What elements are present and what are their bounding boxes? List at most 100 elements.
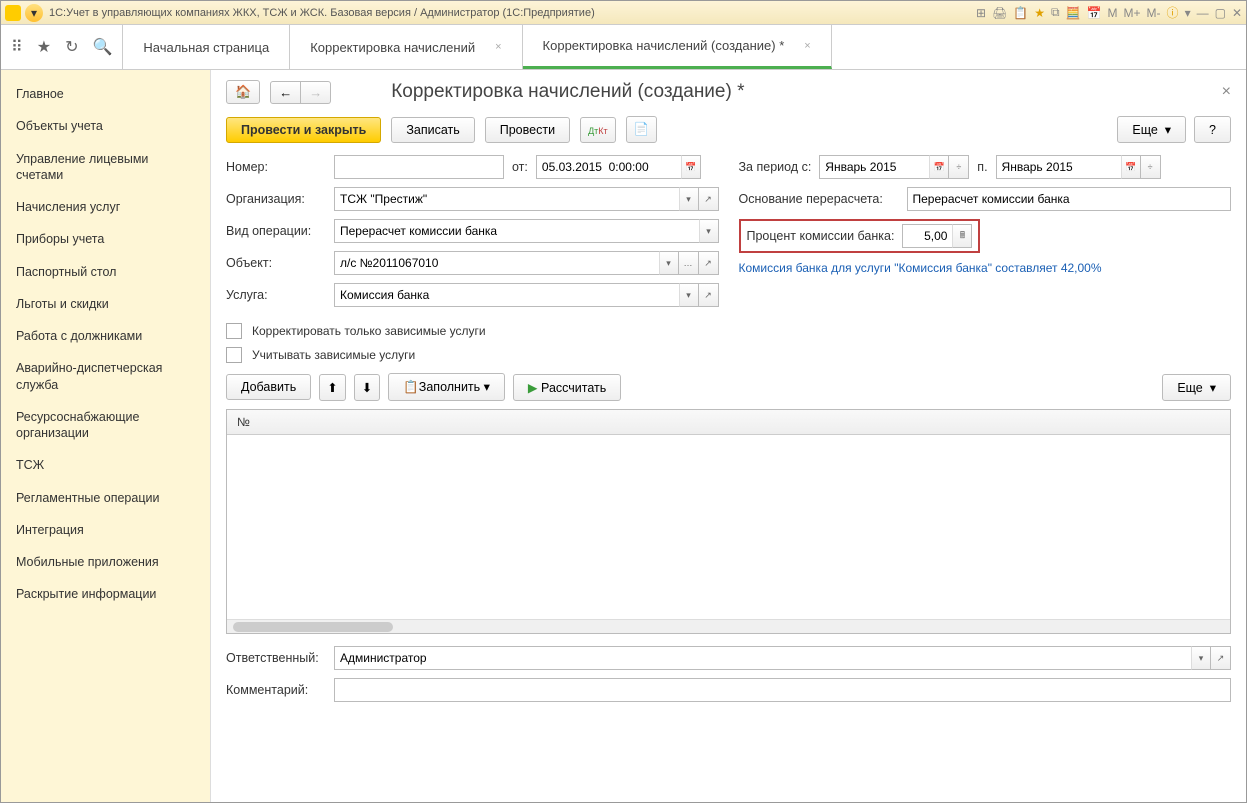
icon-dd[interactable]: ▾ bbox=[1185, 6, 1191, 20]
icon-3[interactable]: 📋 bbox=[1013, 6, 1028, 20]
tab-close-icon[interactable]: × bbox=[495, 41, 501, 53]
calendar-icon[interactable]: 📅 bbox=[929, 155, 949, 179]
sidebar-item-discounts[interactable]: Льготы и скидки bbox=[1, 288, 210, 320]
open-icon[interactable]: ↗ bbox=[699, 283, 719, 307]
chk-consider-dependent[interactable] bbox=[226, 347, 242, 363]
title-icons: ⊞ 🖨 📋 ★ ⧉ 🧮 📅 M M+ M- ⓘ ▾ — ▢ ✕ bbox=[976, 4, 1242, 21]
search-icon[interactable]: 🔍 bbox=[92, 37, 112, 57]
sidebar-item-debtors[interactable]: Работа с должниками bbox=[1, 320, 210, 352]
sidebar-item-mobile[interactable]: Мобильные приложения bbox=[1, 546, 210, 578]
dtkt-button[interactable]: ДтКт bbox=[580, 117, 616, 143]
nav-back-circle[interactable]: ▾ bbox=[25, 4, 43, 22]
open-icon[interactable]: ↗ bbox=[699, 187, 719, 211]
spinner-icon[interactable]: ÷ bbox=[949, 155, 969, 179]
obj-input[interactable] bbox=[334, 251, 659, 275]
report-button[interactable]: 📄 bbox=[626, 116, 658, 143]
chk-label: Учитывать зависимые услуги bbox=[252, 348, 415, 362]
icon-mminus[interactable]: M- bbox=[1147, 6, 1161, 20]
comment-input[interactable] bbox=[334, 678, 1231, 702]
move-down-button[interactable]: ⬇ bbox=[354, 374, 380, 401]
apps-icon[interactable]: ⠿ bbox=[11, 37, 23, 57]
icon-6[interactable]: 🧮 bbox=[1066, 6, 1081, 20]
chk-only-dependent[interactable] bbox=[226, 323, 242, 339]
calc-button[interactable]: ▶ Рассчитать bbox=[513, 374, 621, 401]
table-scrollbar[interactable] bbox=[227, 619, 1230, 633]
fill-button[interactable]: 📋Заполнить ▾ bbox=[388, 373, 505, 401]
dropdown-icon[interactable]: ▾ bbox=[659, 251, 679, 275]
save-button[interactable]: Записать bbox=[391, 117, 474, 143]
page-close-icon[interactable]: × bbox=[1222, 83, 1231, 101]
sidebar-item-dispatch[interactable]: Аварийно-диспетчерская служба bbox=[1, 352, 210, 401]
forward-button[interactable]: → bbox=[301, 81, 331, 104]
star-icon[interactable]: ★ bbox=[37, 37, 51, 57]
sidebar-item-main[interactable]: Главное bbox=[1, 78, 210, 110]
sidebar-item-disclosure[interactable]: Раскрытие информации bbox=[1, 578, 210, 610]
post-button[interactable]: Провести bbox=[485, 117, 570, 143]
open-icon[interactable]: ↗ bbox=[699, 251, 719, 275]
basis-label: Основание перерасчета: bbox=[739, 192, 899, 206]
close-icon[interactable]: ✕ bbox=[1232, 6, 1242, 20]
sidebar-item-resources[interactable]: Ресурсоснабжающие организации bbox=[1, 401, 210, 450]
op-input[interactable] bbox=[334, 219, 699, 243]
maximize-icon[interactable]: ▢ bbox=[1215, 6, 1226, 20]
sidebar-item-charges[interactable]: Начисления услуг bbox=[1, 191, 210, 223]
post-close-button[interactable]: Провести и закрыть bbox=[226, 117, 381, 143]
date-input[interactable] bbox=[536, 155, 681, 179]
tab-correction[interactable]: Корректировка начислений × bbox=[290, 25, 522, 69]
sidebar: Главное Объекты учета Управление лицевым… bbox=[1, 70, 211, 802]
period-to-input[interactable] bbox=[996, 155, 1121, 179]
tab-correction-new[interactable]: Корректировка начислений (создание) * × bbox=[523, 25, 832, 69]
tab-close-icon[interactable]: × bbox=[804, 40, 810, 52]
window-title: 1С:Учет в управляющих компаниях ЖКХ, ТСЖ… bbox=[49, 7, 976, 19]
icon-7[interactable]: 📅 bbox=[1087, 6, 1102, 20]
calendar-icon[interactable]: 📅 bbox=[1121, 155, 1141, 179]
main-area: Главное Объекты учета Управление лицевым… bbox=[1, 70, 1246, 802]
history-icon[interactable]: ↻ bbox=[65, 37, 78, 57]
table-body[interactable] bbox=[227, 435, 1230, 619]
sidebar-item-meters[interactable]: Приборы учета bbox=[1, 223, 210, 255]
service-input[interactable] bbox=[334, 283, 679, 307]
obj-label: Объект: bbox=[226, 256, 326, 270]
sidebar-item-reglament[interactable]: Регламентные операции bbox=[1, 482, 210, 514]
icon-5[interactable]: ⧉ bbox=[1051, 5, 1060, 20]
number-input[interactable] bbox=[334, 155, 504, 179]
spinner-icon[interactable]: ÷ bbox=[1141, 155, 1161, 179]
org-input[interactable] bbox=[334, 187, 679, 211]
open-icon[interactable]: ↗ bbox=[1211, 646, 1231, 670]
dropdown-icon[interactable]: ▾ bbox=[679, 187, 699, 211]
move-up-button[interactable]: ⬆ bbox=[319, 374, 345, 401]
calendar-icon[interactable]: 📅 bbox=[681, 155, 701, 179]
sidebar-item-tsj[interactable]: ТСЖ bbox=[1, 449, 210, 481]
calc-icon[interactable]: 🖩 bbox=[952, 224, 972, 248]
minimize-icon[interactable]: — bbox=[1197, 6, 1209, 20]
responsible-input[interactable] bbox=[334, 646, 1191, 670]
help-button[interactable]: ? bbox=[1194, 116, 1231, 143]
add-button[interactable]: Добавить bbox=[226, 374, 311, 400]
back-button[interactable]: ← bbox=[270, 81, 301, 104]
dropdown-icon[interactable]: ▾ bbox=[1191, 646, 1211, 670]
table-more-button[interactable]: Еще ▾ bbox=[1162, 374, 1231, 401]
ellipsis-icon[interactable]: … bbox=[679, 251, 699, 275]
icon-info[interactable]: ⓘ bbox=[1167, 4, 1179, 21]
sidebar-item-integration[interactable]: Интеграция bbox=[1, 514, 210, 546]
icon-2[interactable]: 🖨 bbox=[992, 6, 1007, 20]
dropdown-icon[interactable]: ▾ bbox=[679, 283, 699, 307]
sidebar-item-objects[interactable]: Объекты учета bbox=[1, 110, 210, 142]
icon-mplus[interactable]: M+ bbox=[1124, 6, 1141, 20]
home-button[interactable]: 🏠 bbox=[226, 80, 260, 104]
basis-input[interactable] bbox=[907, 187, 1232, 211]
tab-start[interactable]: Начальная страница bbox=[123, 25, 290, 69]
commission-input[interactable] bbox=[902, 224, 952, 248]
commission-label: Процент комиссии банка: bbox=[747, 229, 895, 243]
sidebar-item-accounts[interactable]: Управление лицевыми счетами bbox=[1, 143, 210, 192]
scroll-thumb[interactable] bbox=[233, 622, 393, 632]
icon-4[interactable]: ★ bbox=[1034, 6, 1045, 20]
dropdown-icon[interactable]: ▾ bbox=[699, 219, 719, 243]
sidebar-item-passport[interactable]: Паспортный стол bbox=[1, 256, 210, 288]
icon-m[interactable]: M bbox=[1108, 6, 1118, 20]
commission-link[interactable]: Комиссия банка для услуги "Комиссия банк… bbox=[739, 261, 1102, 275]
po-label: п. bbox=[977, 160, 987, 174]
more-button[interactable]: Еще ▾ bbox=[1117, 116, 1186, 143]
icon-1[interactable]: ⊞ bbox=[976, 6, 986, 20]
period-from-input[interactable] bbox=[819, 155, 929, 179]
